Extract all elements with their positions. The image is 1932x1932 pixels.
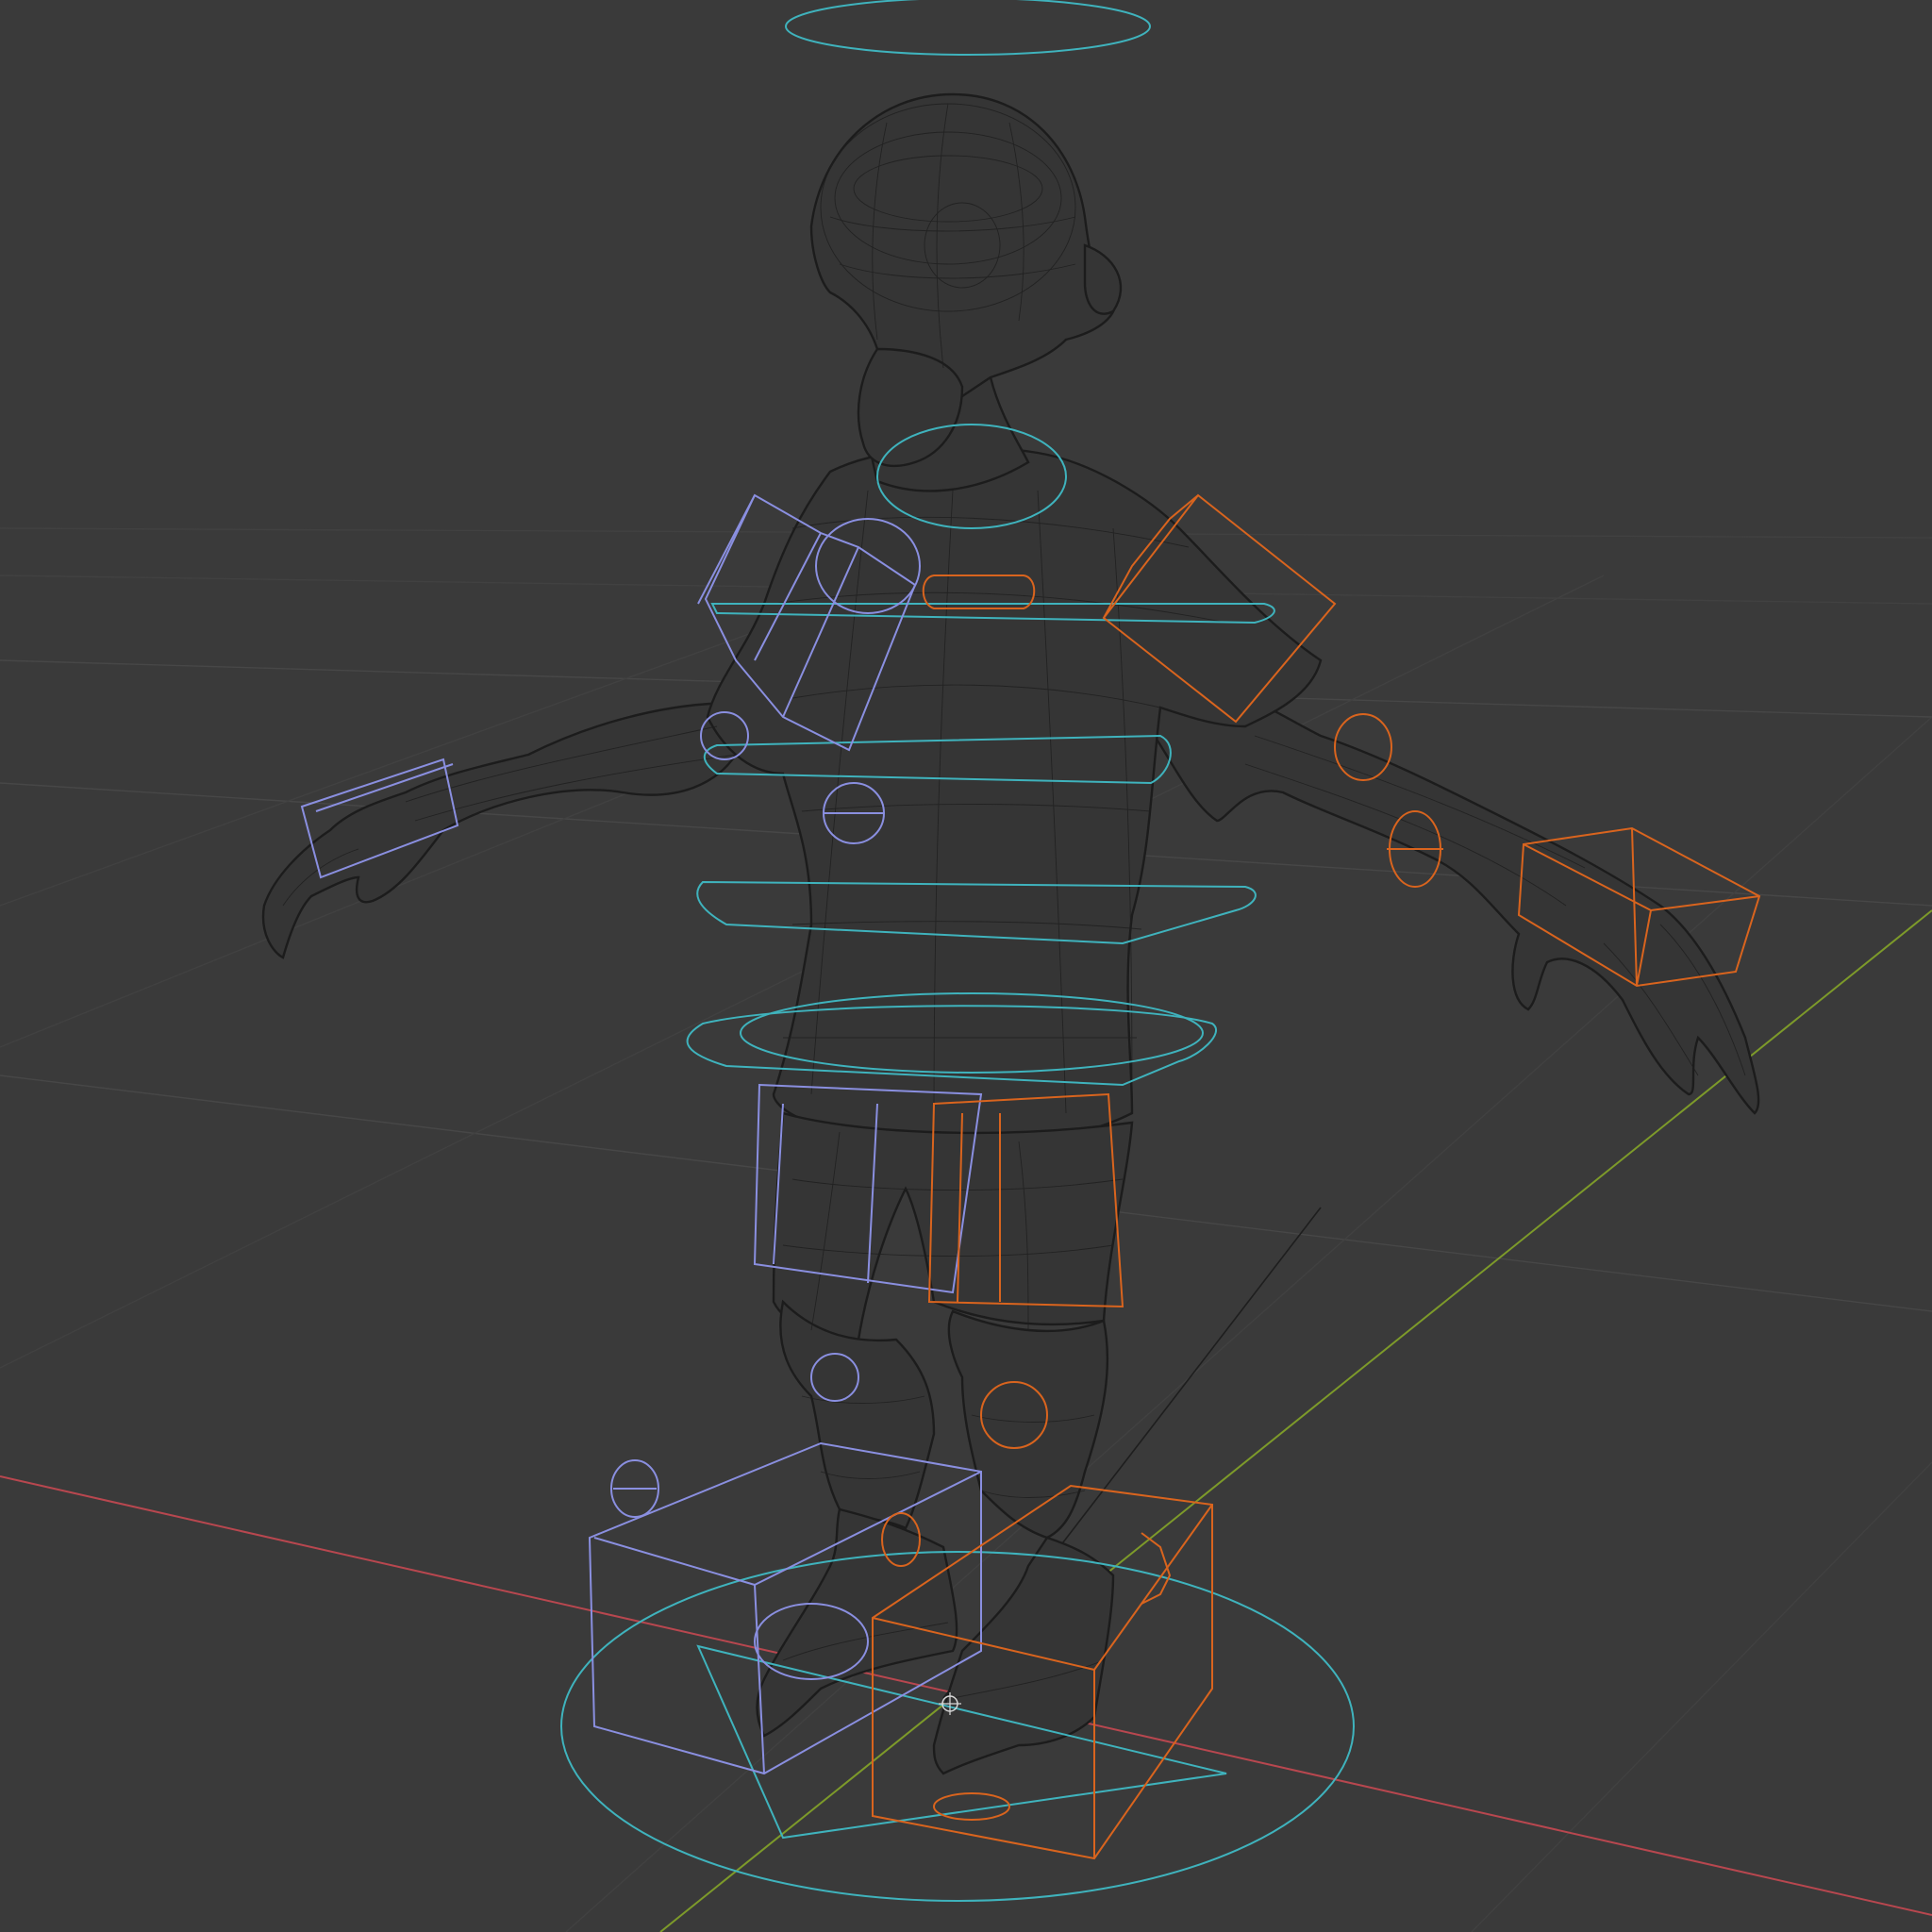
head-control[interactable] xyxy=(785,0,1151,56)
toe-r-control[interactable] xyxy=(1141,1532,1172,1605)
viewport-canvas[interactable] xyxy=(0,0,1932,1932)
3d-viewport[interactable] xyxy=(0,0,1932,1932)
character-mesh[interactable] xyxy=(261,92,1760,1775)
